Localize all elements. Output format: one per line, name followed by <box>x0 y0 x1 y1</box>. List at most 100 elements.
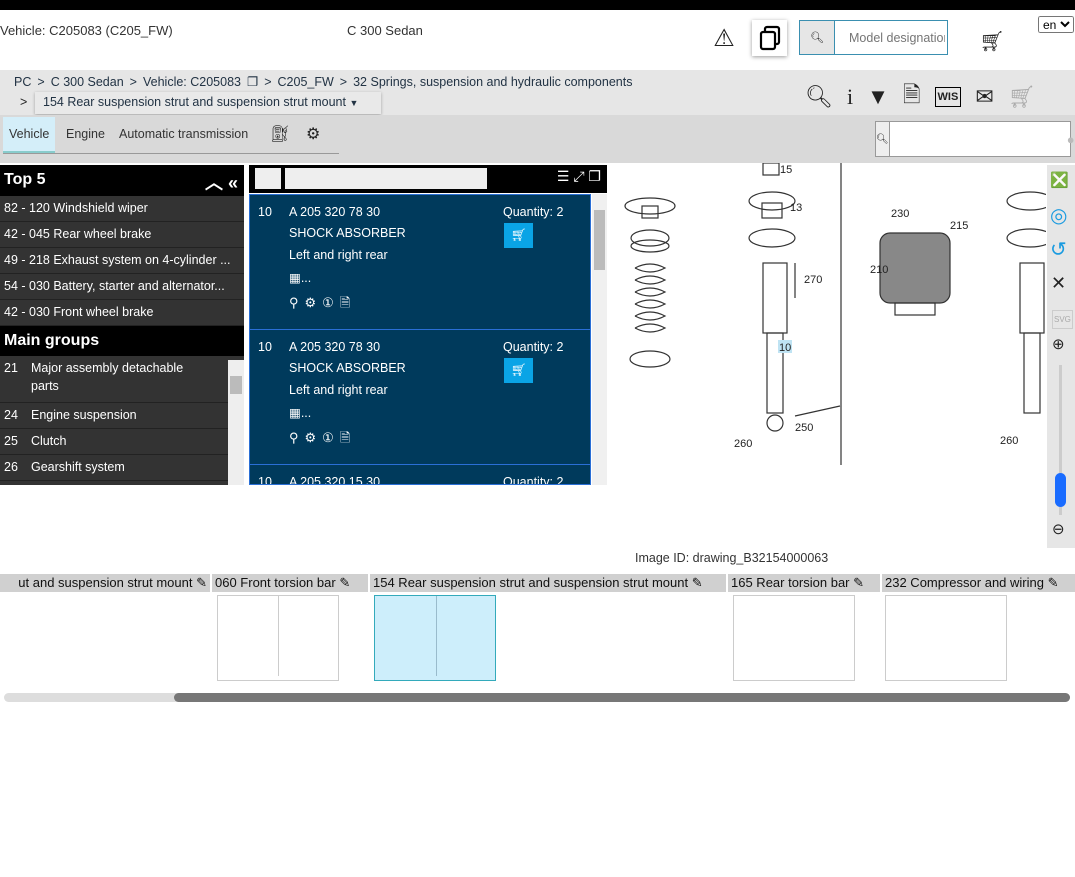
cart-add-icon[interactable]: 🛒︎ <box>977 28 1007 54</box>
info-icon[interactable]: i <box>847 84 853 110</box>
svg-export-icon[interactable]: SVG <box>1052 310 1073 329</box>
edit-icon[interactable]: ✎ <box>692 575 703 590</box>
model-search[interactable]: 🔍︎ <box>799 20 948 55</box>
thumbnail-rear-suspension-strut[interactable] <box>374 595 496 681</box>
bolt-icon[interactable]: ⚙ <box>306 124 320 144</box>
add-to-cart-button[interactable]: 🛒︎ <box>504 358 533 383</box>
callout[interactable]: 215 <box>950 220 968 232</box>
thumbnail-compressor-wiring[interactable] <box>885 595 1007 681</box>
part-number[interactable]: A 205 320 78 30 <box>289 340 380 354</box>
unpin-icon[interactable]: ✕ <box>1051 273 1066 294</box>
model-search-input[interactable] <box>835 21 945 54</box>
callout[interactable]: 260 <box>734 438 752 450</box>
thumbnail-label[interactable]: 060 Front torsion bar ✎ <box>212 574 368 592</box>
tab-vehicle[interactable]: Vehicle <box>3 117 56 153</box>
edit-icon[interactable]: ✎ <box>196 575 207 590</box>
callout[interactable]: 15 <box>780 164 792 176</box>
edit-icon[interactable]: ✎ <box>339 575 350 590</box>
parts-search[interactable]: 🔍︎ ● <box>875 121 1075 157</box>
thumbnail-scrollbar[interactable] <box>4 693 1070 702</box>
list-item[interactable]: 21 Major assembly detachable parts <box>0 356 228 403</box>
copy-vin-icon[interactable]: ❐ <box>247 75 258 89</box>
parts-filter-input[interactable] <box>285 168 487 189</box>
part-name: SHOCK ABSORBER <box>289 226 406 240</box>
zoom-slider[interactable] <box>1055 365 1066 515</box>
callout[interactable]: 260 <box>1000 435 1018 447</box>
breadcrumb-model[interactable]: C 300 Sedan <box>51 75 124 89</box>
part-number[interactable]: A 205 320 78 30 <box>289 205 380 219</box>
breadcrumb-pc[interactable]: PC <box>14 75 31 89</box>
thumbnail-label[interactable]: 165 Rear torsion bar ✎ <box>728 574 880 592</box>
search-icon[interactable]: 🔍︎ <box>876 122 890 156</box>
warning-icon[interactable]: ⚠ <box>710 24 738 52</box>
list-item[interactable]: 42 - 030 Front wheel brake <box>0 300 244 326</box>
exploded-drawing[interactable]: 15 13 270 10 250 260 230 215 210 260 <box>610 163 1046 468</box>
edit-icon[interactable]: ✎ <box>1048 575 1059 590</box>
select-all-checkbox[interactable] <box>255 168 281 189</box>
copy-button[interactable] <box>752 20 787 56</box>
wis-icon[interactable]: WIS <box>934 87 962 107</box>
quantity: Quantity: 2 <box>503 205 564 219</box>
thumbnail-front-torsion-bar[interactable] <box>217 595 339 681</box>
breadcrumb-group[interactable]: 32 Springs, suspension and hydraulic com… <box>353 75 632 89</box>
callout[interactable]: 210 <box>870 264 888 276</box>
target-icon[interactable]: ◎ <box>1050 203 1067 228</box>
mail-icon[interactable]: ✉ <box>975 84 993 110</box>
list-item[interactable]: 26 Gearshift system <box>0 455 228 481</box>
cart-icon[interactable]: 🛒︎ <box>1008 84 1036 110</box>
add-to-cart-button[interactable]: 🛒︎ <box>504 223 533 248</box>
main-groups-title: Main groups <box>0 326 244 356</box>
clear-icon[interactable]: ● <box>1067 122 1075 156</box>
thumbnail-rear-torsion-bar[interactable] <box>733 595 855 681</box>
thumbnail-label[interactable]: 232 Compressor and wiring ✎ <box>882 574 1075 592</box>
zoom-in-icon[interactable]: 🔍︎ <box>805 84 833 110</box>
thumbnail-label[interactable]: ut and suspension strut mount ✎ <box>0 574 210 592</box>
list-item[interactable]: 42 - 045 Rear wheel brake <box>0 222 244 248</box>
part-card[interactable]: 10 A 205 320 78 30 SHOCK ABSORBER Left a… <box>249 194 591 330</box>
list-item[interactable]: 24 Engine suspension <box>0 403 228 429</box>
list-item[interactable]: 54 - 030 Battery, starter and alternator… <box>0 274 244 300</box>
collapse-icon[interactable]: ︿ « <box>205 169 238 195</box>
list-item[interactable]: 25 Clutch <box>0 429 228 455</box>
callout[interactable]: 250 <box>795 422 813 434</box>
tab-underline <box>3 153 339 154</box>
filter-icon[interactable]: ▼ <box>867 84 889 110</box>
tab-engine[interactable]: Engine <box>60 117 111 153</box>
edit-icon[interactable]: ✎ <box>853 575 864 590</box>
list-item[interactable]: 49 - 218 Exhaust system on 4-cylinder ..… <box>0 248 244 274</box>
quantity: Quantity: 2 <box>503 340 564 354</box>
callout-selected[interactable]: 10 <box>779 342 791 354</box>
callout[interactable]: 230 <box>891 208 909 220</box>
subgroup-label: 154 Rear suspension strut and suspension… <box>43 95 346 109</box>
part-number[interactable]: A 205 320 15 30 <box>289 475 380 484</box>
zoom-slider-handle[interactable] <box>1055 473 1066 507</box>
scrollbar-thumb[interactable] <box>174 693 1070 702</box>
scrollbar[interactable] <box>592 194 607 485</box>
subgroup-dropdown[interactable]: 154 Rear suspension strut and suspension… <box>35 92 381 114</box>
table-icon[interactable]: ▦... <box>289 405 311 420</box>
search-icon[interactable]: 🔍︎ <box>800 21 835 54</box>
breadcrumb-fw[interactable]: C205_FW <box>278 75 334 89</box>
list-view-icon[interactable]: ☰ ⤢ ❐ <box>557 168 601 185</box>
part-desc: Left and right rear <box>289 248 388 262</box>
part-card[interactable]: 10 A 205 320 78 30 SHOCK ABSORBER Left a… <box>249 329 591 465</box>
history-icon[interactable]: ↺ <box>1050 237 1067 262</box>
part-action-icons[interactable]: ⚲⚙①🗎 <box>289 429 356 451</box>
language-select[interactable]: en <box>1038 16 1074 33</box>
callout[interactable]: 270 <box>804 274 822 286</box>
part-card[interactable]: 10 A 205 320 15 30 Quantity: 2 <box>249 464 591 485</box>
table-icon[interactable]: ▦... <box>289 270 311 285</box>
parts-search-input[interactable] <box>889 122 1067 156</box>
thumbnail-label-active[interactable]: 154 Rear suspension strut and suspension… <box>370 574 726 592</box>
list-item[interactable]: 82 - 120 Windshield wiper <box>0 196 244 222</box>
zoom-in-icon[interactable]: ⊕ <box>1052 335 1065 353</box>
tab-automatic-transmission[interactable]: Automatic transmission <box>113 117 254 153</box>
document-alert-icon[interactable]: 🗎 <box>903 78 921 116</box>
paint-icon[interactable]: ⛽︎ <box>270 124 290 144</box>
part-action-icons[interactable]: ⚲⚙①🗎 <box>289 294 356 316</box>
callout[interactable]: 13 <box>790 202 802 214</box>
scrollbar[interactable] <box>228 360 244 485</box>
close-window-icon[interactable]: ❎ <box>1050 171 1069 189</box>
zoom-out-icon[interactable]: ⊖ <box>1052 520 1065 538</box>
breadcrumb-vehicle[interactable]: Vehicle: C205083 <box>143 75 241 89</box>
